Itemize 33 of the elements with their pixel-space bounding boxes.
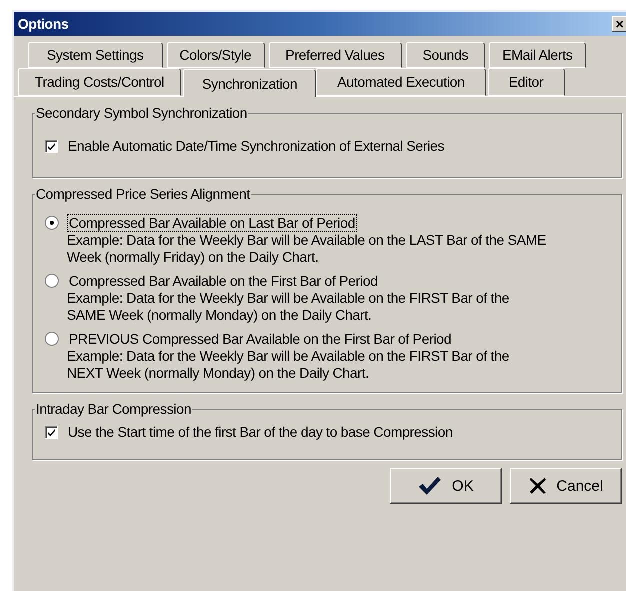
option-description: Example: Data for the Weekly Bar will be Available on the FIRST Bar of the NEXT Week (normally Monday) on the Daily Chart. (66, 348, 510, 382)
tab[interactable]: Automated Execution (316, 68, 486, 96)
tab[interactable]: Preferred Values (268, 42, 402, 68)
checkbox[interactable] (45, 426, 58, 438)
option-description: Example: Data for the Weekly Bar will be Available on the LAST Bar of the SAME Week (normally Friday) on the Daily Chart. (66, 232, 547, 266)
radio-button[interactable] (45, 274, 59, 288)
checkbox-label[interactable]: Use the Start time of the first Bar of the day to base Compression (66, 423, 455, 441)
radio-label[interactable]: Compressed Bar Available on the First Bar of Period (67, 272, 380, 290)
ok-button[interactable]: OK (390, 468, 502, 504)
radio-label[interactable]: PREVIOUS Compressed Bar Available on the First Bar of Period (67, 330, 454, 348)
check-icon (47, 142, 56, 150)
group-title: Secondary Symbol Synchronization (35, 105, 248, 121)
window-title: Options (18, 16, 69, 32)
checkbox-label[interactable]: Enable Automatic Date/Time Synchronization of External Series (66, 137, 446, 155)
check-icon (47, 428, 56, 436)
tab[interactable]: Colors/Style (166, 42, 265, 68)
radio-button[interactable] (45, 216, 59, 230)
checkmark-icon (418, 476, 442, 496)
tab[interactable]: Sounds (406, 42, 486, 68)
cancel-button[interactable]: Cancel (510, 468, 622, 504)
option-description: Example: Data for the Weekly Bar will be Available on the FIRST Bar of the SAME Week (normally Monday) on the Daily Chart. (66, 290, 510, 324)
tab[interactable]: Editor (488, 68, 565, 96)
group-title: Compressed Price Series Alignment (35, 186, 252, 202)
group-title: Intraday Bar Compression (35, 401, 192, 417)
tab[interactable]: System Settings (28, 42, 163, 68)
cross-icon (528, 477, 547, 495)
tab[interactable]: Synchronization (183, 69, 316, 97)
checkbox[interactable] (45, 140, 58, 152)
tab[interactable]: EMail Alerts (489, 42, 586, 68)
tab[interactable]: Trading Costs/Control (18, 68, 182, 96)
radio-label[interactable]: Compressed Bar Available on Last Bar of Period (67, 214, 358, 232)
radio-button[interactable] (45, 332, 59, 346)
close-button[interactable]: × (612, 16, 626, 32)
